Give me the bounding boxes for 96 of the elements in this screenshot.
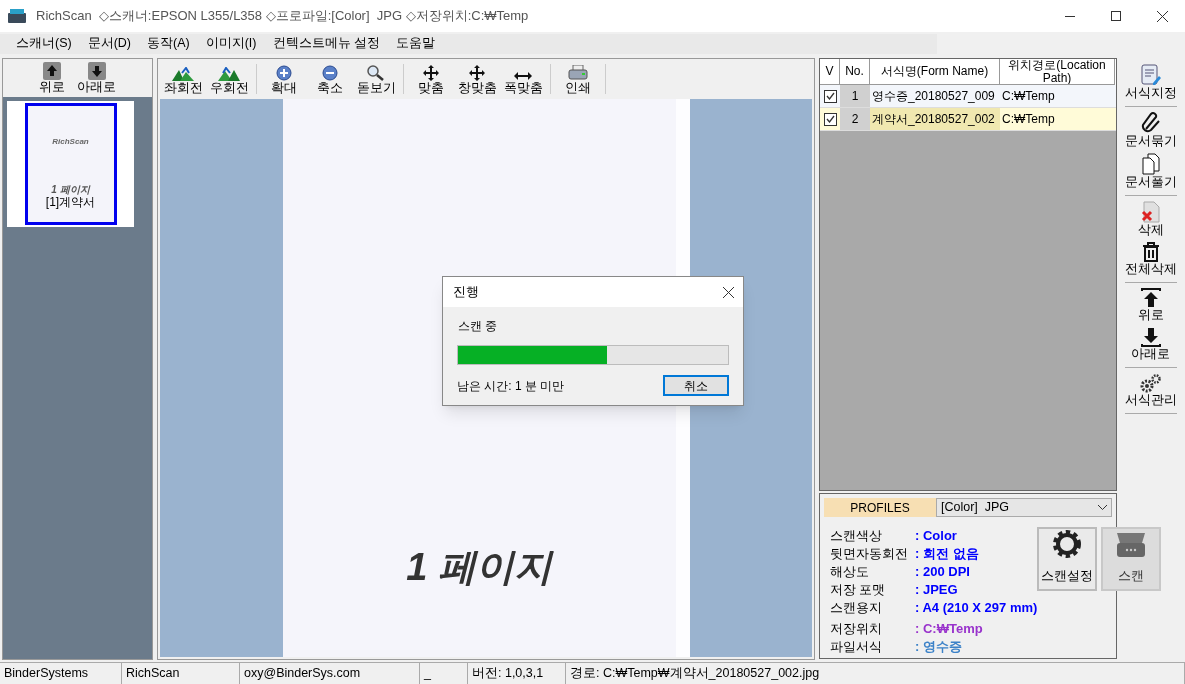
setting-value: : Color (915, 527, 957, 545)
dialog-message: 스캔 중 (458, 318, 499, 335)
row-checkbox[interactable] (823, 112, 837, 126)
menu-item[interactable]: 문서(D) (79, 34, 140, 53)
pages-icon (1141, 153, 1160, 175)
remaining-time: 남은 시간: 1 분 미만 (457, 377, 565, 395)
thumbnail-page-label: 1 페이지 (51, 184, 90, 196)
setting-label: 저장 포맷 (830, 582, 887, 599)
maximize-icon (1111, 11, 1121, 21)
status-field: 버전: 1,0,3,1 (468, 663, 566, 684)
table-cell-text: 영수증_20180527_009 (871, 88, 996, 105)
side-toolbar-button[interactable]: 삭제 (1137, 199, 1164, 240)
search-icon (367, 65, 385, 81)
page-number-text: 1 페이지 (406, 545, 552, 590)
toolbar-button[interactable]: 좌회전 (160, 62, 206, 96)
status-field: oxy@BinderSys.com (240, 663, 420, 684)
setting-value: : C:₩Temp (915, 620, 983, 638)
scanner-icon (1115, 531, 1148, 560)
toolbar-button[interactable]: 확대 (261, 62, 307, 96)
side-toolbar-button[interactable]: 서식지정 (1124, 62, 1177, 103)
page-thumbnail[interactable]: RichScan 1 페이지 [1]계약서 (7, 101, 134, 227)
table-cell: 2 (840, 108, 870, 130)
table-row[interactable]: 1 영수증_20180527_009 C:₩Temp (820, 85, 1116, 108)
setting-label: 저장위치 (830, 621, 883, 638)
profiles-label: PROFILES (824, 498, 936, 517)
zoom-out-icon (322, 65, 338, 81)
document-x-icon (1140, 201, 1161, 223)
side-toolbar-button[interactable]: 전체삭제 (1124, 240, 1177, 279)
mountain-arrow-icon (172, 67, 194, 81)
status-field: BinderSystems (0, 663, 122, 684)
setting-value: : 회전 없음 (915, 545, 979, 563)
window-title: RichScan ◇스캐너:EPSON L355/L358 ◇프로파일:[Color] JPG ◇저장위치:C:₩Temp (36, 7, 529, 26)
side-toolbar-button[interactable]: 문서풀기 (1124, 151, 1177, 192)
toolbar-button[interactable]: 창맞춤 (454, 62, 500, 96)
printer-icon (568, 65, 588, 81)
gear-icon (1052, 529, 1083, 560)
table-cell-text: C:₩Temp (1001, 111, 1056, 128)
toolbar-button[interactable]: 위로 (39, 61, 65, 95)
status-field: _ (420, 663, 468, 684)
zoom-in-icon (276, 65, 292, 81)
side-toolbar-button[interactable]: 아래로 (1131, 325, 1170, 364)
scan-button[interactable]: 스캔 (1101, 527, 1162, 591)
toolbar-button[interactable]: 인쇄 (555, 62, 601, 96)
cancel-button[interactable]: 취소 (663, 375, 729, 396)
toolbar-button[interactable]: 아래로 (77, 61, 116, 95)
trash-icon (1141, 242, 1160, 262)
horizontal-arrow-icon (514, 71, 532, 81)
thumbnail-caption: [1]계약서 (45, 196, 96, 209)
paperclip-icon (1140, 112, 1161, 134)
mountain-arrow-icon (218, 67, 240, 81)
four-way-arrow-icon (423, 65, 439, 81)
status-field: RichScan (122, 663, 240, 684)
up-arrow-icon (1140, 288, 1161, 308)
setting-label: 스캔색상 (830, 528, 883, 545)
toolbar-button[interactable]: 우회전 (206, 62, 252, 96)
chevron-down-icon (1098, 505, 1107, 510)
setting-value: : JPEG (915, 581, 958, 599)
scan-settings-button[interactable]: 스캔설정 (1037, 527, 1098, 591)
down-arrow-icon (1140, 327, 1161, 347)
check-icon (825, 92, 835, 100)
toolbar-button[interactable]: 돋보기 (353, 62, 399, 96)
status-field: 경로: C:₩Temp₩계약서_20180527_002.jpg (566, 663, 1185, 684)
row-checkbox[interactable] (823, 89, 837, 103)
setting-label: 해상도 (830, 564, 870, 581)
menu-item[interactable]: 동작(A) (139, 34, 198, 53)
toolbar-button[interactable]: 맞춤 (408, 62, 454, 96)
menu-item[interactable]: 컨텍스트메뉴 설정 (264, 34, 388, 53)
profile-dropdown[interactable]: [Color] JPG (936, 498, 1112, 517)
menu-item[interactable]: 도움말 (388, 34, 443, 53)
setting-label: 스캔용지 (830, 600, 883, 617)
four-way-arrow-icon (469, 65, 485, 81)
toolbar-button[interactable]: 폭맞춤 (500, 62, 546, 96)
dialog-title: 진행 (453, 283, 479, 301)
table-row[interactable]: 2 계약서_20180527_002 C:₩Temp (820, 108, 1116, 131)
close-icon (1156, 10, 1168, 22)
thumbnail-logo: RichScan (52, 136, 89, 148)
table-cell-text: C:₩Temp (1001, 88, 1056, 105)
minimize-icon (1065, 15, 1075, 17)
side-toolbar-button[interactable]: 위로 (1137, 286, 1164, 325)
table-cell: 계약서_20180527_002 (870, 108, 1000, 130)
setting-label: 뒷면자동회전 (830, 546, 909, 563)
document-pen-icon (1139, 64, 1162, 86)
close-icon (722, 286, 734, 298)
side-toolbar-button[interactable]: 문서묶기 (1124, 110, 1177, 151)
setting-value: : 영수증 (915, 638, 962, 656)
check-icon (825, 115, 835, 123)
menu-item[interactable]: 스캐너(S) (8, 34, 80, 53)
toolbar-button[interactable]: 축소 (307, 62, 353, 96)
gears-icon (1139, 373, 1162, 393)
scanner-icon (8, 9, 26, 23)
setting-label: 파일서식 (830, 639, 883, 656)
table-cell: 1 (840, 85, 870, 107)
setting-value: : A4 (210 X 297 mm) (915, 599, 1038, 617)
menu-item[interactable]: 이미지(I) (197, 34, 265, 53)
setting-value: : 200 DPI (915, 563, 970, 581)
side-toolbar-button[interactable]: 서식관리 (1124, 371, 1177, 410)
